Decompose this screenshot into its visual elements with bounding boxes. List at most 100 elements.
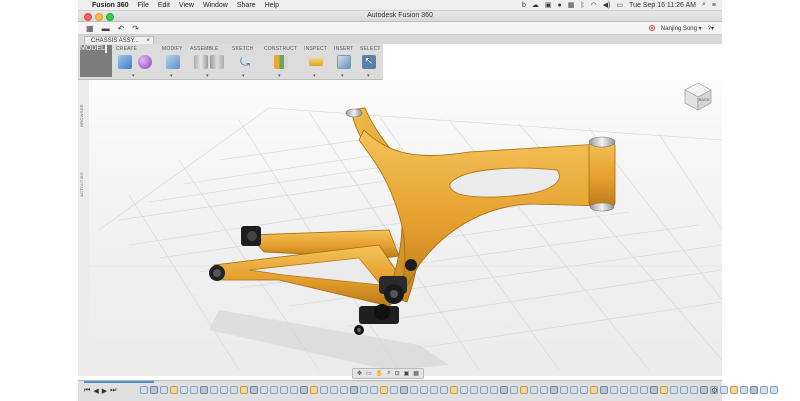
go-to-start-icon[interactable]: ⏮ <box>84 387 90 395</box>
timeline-feature-icon[interactable] <box>320 386 328 394</box>
volume-icon[interactable]: ◀) <box>603 1 611 9</box>
timeline-feature-icon[interactable] <box>150 386 158 394</box>
job-status-icon[interactable] <box>648 25 655 31</box>
canvas-viewport[interactable]: BACK <box>89 80 722 376</box>
timeline-feature-icon[interactable] <box>650 386 658 394</box>
timeline-feature-icon[interactable] <box>220 386 228 394</box>
timeline-feature-icon[interactable] <box>530 386 538 394</box>
timeline-feature-icon[interactable] <box>640 386 648 394</box>
bluetooth-icon[interactable]: ᛒ <box>580 2 584 9</box>
timeline-feature-icon[interactable] <box>270 386 278 394</box>
timeline-feature-icon[interactable] <box>420 386 428 394</box>
as-built-joint-icon[interactable] <box>210 55 224 69</box>
timeline-feature-icon[interactable] <box>440 386 448 394</box>
offset-plane-icon[interactable] <box>274 55 288 69</box>
workspace-switcher[interactable]: MODEL <box>80 44 112 77</box>
timeline-feature-icon[interactable] <box>480 386 488 394</box>
press-pull-icon[interactable] <box>166 55 180 69</box>
construct-dropdown-icon[interactable]: ▾ <box>278 73 281 79</box>
modify-dropdown-icon[interactable]: ▾ <box>170 73 173 79</box>
timeline-feature-icon[interactable] <box>280 386 288 394</box>
timeline-feature-icon[interactable] <box>520 386 528 394</box>
clock-text[interactable]: Tue Sep 16 11:26 AM <box>629 2 696 9</box>
ribbon-group-modify[interactable]: MODIFY ▾ <box>160 44 186 79</box>
record-icon[interactable]: ● <box>558 2 562 9</box>
battery-icon[interactable]: ▭ <box>616 1 623 9</box>
pan-icon[interactable]: ✋ <box>376 370 383 377</box>
ribbon-group-sketch[interactable]: SKETCH ⤿ ▾ <box>230 44 260 79</box>
timeline-feature-icon[interactable] <box>490 386 498 394</box>
grid-settings-icon[interactable]: ▦ <box>413 370 419 377</box>
fit-icon[interactable]: ⊡ <box>395 370 400 377</box>
timeline-feature-icon[interactable] <box>670 386 678 394</box>
box-icon[interactable]: ▣ <box>545 1 552 9</box>
step-back-icon[interactable]: ◀ <box>93 387 98 395</box>
timeline-feature-icon[interactable] <box>770 386 778 394</box>
data-panel-icon[interactable]: ▦ <box>86 24 94 33</box>
timeline-feature-icon[interactable] <box>260 386 268 394</box>
grid-icon[interactable]: ▦ <box>568 1 575 9</box>
insert-dropdown-icon[interactable]: ▾ <box>341 73 344 79</box>
joint-tool-icon[interactable] <box>194 55 208 69</box>
view-cube[interactable]: BACK <box>682 80 714 112</box>
list-icon[interactable]: ≡ <box>712 2 716 9</box>
wifi-icon[interactable]: ◠ <box>591 1 597 9</box>
inspect-dropdown-icon[interactable]: ▾ <box>313 73 316 79</box>
zoom-icon[interactable]: ⌕ <box>387 370 390 377</box>
timeline-feature-icon[interactable] <box>680 386 688 394</box>
orbit-icon[interactable]: ✥ <box>357 370 362 377</box>
ribbon-group-assemble[interactable]: ASSEMBLE ▾ <box>188 44 228 79</box>
menu-share[interactable]: Share <box>237 2 256 9</box>
timeline-feature-icon[interactable] <box>400 386 408 394</box>
search-icon[interactable]: ⌕ <box>702 1 706 9</box>
timeline-feature-icon[interactable] <box>580 386 588 394</box>
timeline-feature-icon[interactable] <box>350 386 358 394</box>
browser-label[interactable]: BROWSER <box>79 104 84 127</box>
timeline-feature-icon[interactable] <box>240 386 248 394</box>
menu-view[interactable]: View <box>179 2 194 9</box>
timeline-feature-icon[interactable] <box>740 386 748 394</box>
timeline-feature-icon[interactable] <box>720 386 728 394</box>
select-dropdown-icon[interactable]: ▾ <box>367 73 370 79</box>
timeline-feature-icon[interactable] <box>690 386 698 394</box>
timeline-feature-icon[interactable] <box>300 386 308 394</box>
timeline-feature-icon[interactable] <box>160 386 168 394</box>
user-menu[interactable]: Nanjing Song ▾ <box>661 25 702 32</box>
timeline-feature-icon[interactable] <box>470 386 478 394</box>
timeline-feature-icon[interactable] <box>660 386 668 394</box>
timeline-feature-icon[interactable] <box>560 386 568 394</box>
ribbon-group-construct[interactable]: CONSTRUCT ▾ <box>262 44 300 79</box>
undo-icon[interactable]: ↶ <box>118 24 125 33</box>
timeline-feature-icon[interactable] <box>570 386 578 394</box>
cloud-icon[interactable]: ☁ <box>532 1 539 9</box>
box-tool-icon[interactable] <box>118 55 132 69</box>
timeline-settings-gear-icon[interactable]: ⚙ <box>711 386 718 395</box>
timeline-feature-icon[interactable] <box>750 386 758 394</box>
create-dropdown-icon[interactable]: ▾ <box>132 73 135 79</box>
timeline-feature-icon[interactable] <box>310 386 318 394</box>
menu-edit[interactable]: Edit <box>158 2 170 9</box>
timeline-feature-icon[interactable] <box>730 386 738 394</box>
timeline-feature-icon[interactable] <box>460 386 468 394</box>
ribbon-group-inspect[interactable]: INSPECT ▾ <box>302 44 330 79</box>
insert-image-icon[interactable] <box>337 55 351 69</box>
assemble-dropdown-icon[interactable]: ▾ <box>206 73 209 79</box>
timeline-feature-icon[interactable] <box>450 386 458 394</box>
measure-tool-icon[interactable] <box>309 58 323 66</box>
timeline-feature-icon[interactable] <box>540 386 548 394</box>
bike-frame-model[interactable] <box>89 80 722 376</box>
menu-help[interactable]: Help <box>265 2 279 9</box>
timeline-feature-icon[interactable] <box>200 386 208 394</box>
menu-file[interactable]: File <box>138 2 149 9</box>
timeline-feature-icon[interactable] <box>760 386 768 394</box>
timeline-feature-icon[interactable] <box>360 386 368 394</box>
ribbon-group-select[interactable]: SELECT ↖ ▾ <box>358 44 382 79</box>
timeline-feature-icon[interactable] <box>340 386 348 394</box>
timeline-feature-icon[interactable] <box>500 386 508 394</box>
timeline-feature-icon[interactable] <box>630 386 638 394</box>
timeline-feature-icon[interactable] <box>510 386 518 394</box>
timeline-feature-icon[interactable] <box>210 386 218 394</box>
timeline-feature-icon[interactable] <box>330 386 338 394</box>
timeline-feature-icon[interactable] <box>590 386 598 394</box>
save-icon[interactable]: ▬ <box>102 24 110 33</box>
